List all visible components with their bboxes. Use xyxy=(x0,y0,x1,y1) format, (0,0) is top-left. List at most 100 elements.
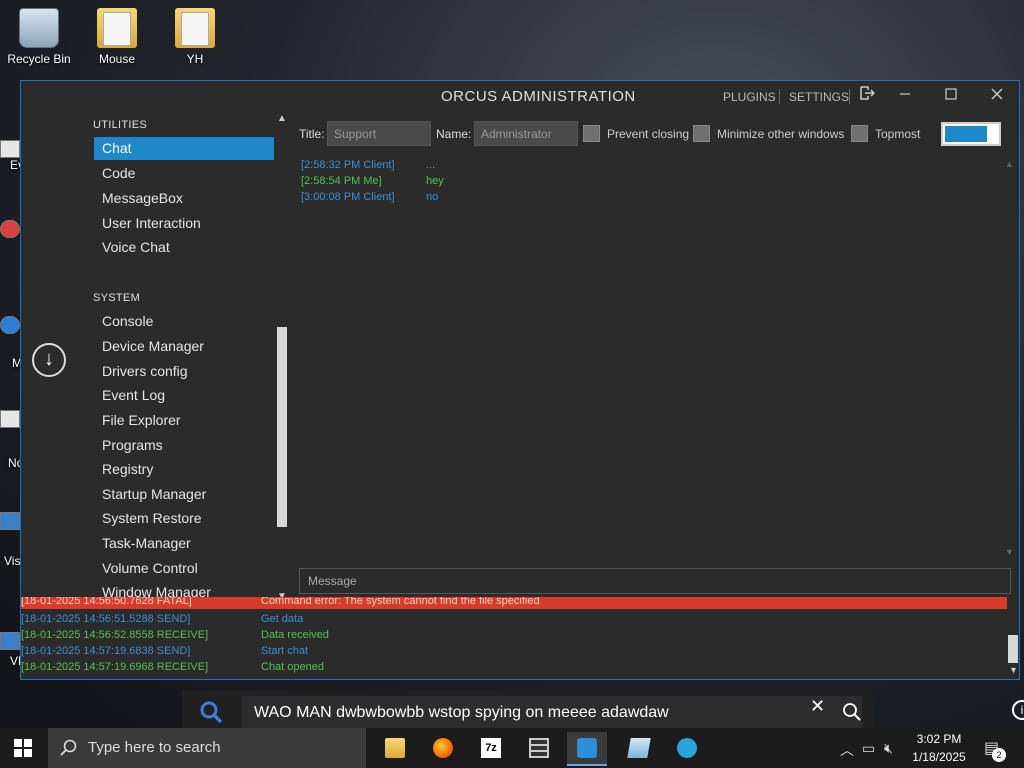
taskbar-file-explorer[interactable] xyxy=(375,732,415,766)
chat-scroll-down-icon[interactable]: ▼ xyxy=(1005,547,1014,557)
minimize-button[interactable] xyxy=(893,85,917,107)
taskbar-search-box[interactable]: Type here to search xyxy=(48,728,366,768)
taskbar-firefox[interactable] xyxy=(423,732,463,766)
taskbar: Type here to search 7z ︿ ▭ 🔇︎ 3:02 PM 1/… xyxy=(0,728,1024,768)
chat-message: [2:58:32 PM Client]... xyxy=(301,159,435,171)
desktop-icon-label: YH xyxy=(186,52,204,66)
clock-time[interactable]: 3:02 PM xyxy=(904,732,974,746)
chat-scroll-up-icon[interactable]: ▲ xyxy=(1005,159,1014,169)
orcus-icon xyxy=(577,738,597,758)
chat-message: [3:00:08 PM Client] no xyxy=(301,191,438,203)
clock-date[interactable]: 1/18/2025 xyxy=(904,750,974,764)
sidebar-item-voice-chat[interactable]: Voice Chat xyxy=(94,236,274,259)
desktop-icon-partial[interactable] xyxy=(0,512,20,530)
desktop-icon-partial[interactable] xyxy=(0,410,20,428)
sidebar-item-programs[interactable]: Programs xyxy=(94,434,274,457)
sidebar-item-task-manager[interactable]: Task-Manager xyxy=(94,532,274,555)
taskbar-notepad[interactable] xyxy=(619,732,659,766)
sidebar-item-system-restore[interactable]: System Restore xyxy=(94,507,274,530)
sidebar-item-drivers-config[interactable]: Drivers config xyxy=(94,360,274,383)
log-scroll-down-icon[interactable]: ▼ xyxy=(1009,665,1018,675)
section-header-system: SYSTEM xyxy=(93,292,141,304)
toggle-fill xyxy=(945,126,987,142)
sidebar-scroll-thumb[interactable] xyxy=(277,327,287,527)
search-submit-icon[interactable] xyxy=(842,702,862,722)
sidebar-item-messagebox[interactable]: MessageBox xyxy=(94,187,274,210)
title-separator xyxy=(779,89,780,104)
chat-message: [2:58:54 PM Me] hey xyxy=(301,175,444,187)
chat-message-time: [3:00:08 PM Client] xyxy=(301,191,395,203)
scroll-up-icon[interactable]: ▲ xyxy=(276,113,288,125)
folder-icon xyxy=(175,8,215,48)
sidebar-item-event-log[interactable]: Event Log xyxy=(94,384,274,407)
chat-app-icon xyxy=(677,738,697,758)
desktop-icon-recycle-bin[interactable]: Recycle Bin xyxy=(1,2,77,66)
plugins-link[interactable]: PLUGINS xyxy=(723,90,776,104)
log-scroll-thumb[interactable] xyxy=(1008,635,1018,663)
firefox-icon xyxy=(433,738,453,758)
minimize-other-windows-checkbox[interactable] xyxy=(693,125,710,142)
section-header-utilities: UTILITIES xyxy=(93,119,148,131)
sidebar-item-volume-control[interactable]: Volume Control xyxy=(94,557,274,580)
title-input[interactable] xyxy=(327,121,431,146)
notification-count-badge: 2 xyxy=(992,748,1006,762)
logout-icon[interactable] xyxy=(855,85,879,107)
taskbar-app[interactable] xyxy=(519,732,559,766)
chevron-up-icon[interactable]: ︿ xyxy=(840,740,854,760)
desktop-icon-partial[interactable] xyxy=(0,316,20,334)
chat-message-text: hey xyxy=(426,175,444,187)
prevent-closing-checkbox[interactable] xyxy=(583,125,600,142)
event-log-panel: [18-01-2025 14:56:50.7628 FATAL] Command… xyxy=(21,597,1019,679)
chat-toggle-switch[interactable] xyxy=(941,122,1001,146)
desktop-icon-label: Recycle Bin xyxy=(7,52,71,66)
taskbar-7zip[interactable]: 7z xyxy=(471,732,511,766)
message-input[interactable]: Message xyxy=(299,568,1011,594)
search-popup-input[interactable]: WAO MAN dwbwbowbb wstop spying on meeee … xyxy=(242,696,862,730)
sidebar-item-file-explorer[interactable]: File Explorer xyxy=(94,409,274,432)
clear-icon[interactable]: ✕ xyxy=(810,696,825,717)
taskbar-chat-app[interactable] xyxy=(667,732,707,766)
log-time: [18-01-2025 14:57:19.6968 RECEIVE] xyxy=(21,661,209,673)
desktop-icon-partial[interactable] xyxy=(0,632,20,650)
sidebar-item-device-manager[interactable]: Device Manager xyxy=(94,335,274,358)
arrow-down-circle-icon[interactable]: ↓ xyxy=(32,343,66,377)
orcus-window: ORCUS ADMINISTRATION PLUGINS SETTINGS UT… xyxy=(20,80,1020,680)
desktop-icon-yh[interactable]: YH xyxy=(157,2,233,66)
taskbar-orcus[interactable] xyxy=(567,732,607,766)
info-icon[interactable]: i xyxy=(1012,700,1024,720)
maximize-button[interactable] xyxy=(939,85,963,107)
chat-message-text: no xyxy=(426,191,439,203)
minimize-other-windows-label: Minimize other windows xyxy=(717,127,845,141)
name-input[interactable] xyxy=(474,121,578,146)
sidebar-item-console[interactable]: Console xyxy=(94,310,274,333)
log-row: [18-01-2025 14:56:50.7628 FATAL] Command… xyxy=(21,597,1007,609)
log-time: [18-01-2025 14:56:51.5288 SEND] xyxy=(21,613,191,625)
desktop-icon-mouse[interactable]: Mouse xyxy=(79,2,155,66)
network-icon[interactable]: ▭ xyxy=(862,740,875,757)
7zip-icon: 7z xyxy=(481,738,501,758)
sidebar-item-startup-manager[interactable]: Startup Manager xyxy=(94,483,274,506)
topmost-checkbox[interactable] xyxy=(851,125,868,142)
log-row: [18-01-2025 14:56:51.5288 SEND] Get data xyxy=(21,611,1007,627)
desktop-icon-partial[interactable] xyxy=(0,140,20,158)
windows-start-icon[interactable] xyxy=(14,739,32,757)
settings-link[interactable]: SETTINGS xyxy=(789,90,849,104)
log-time: [18-01-2025 14:56:52.8558 RECEIVE] xyxy=(21,629,209,641)
sidebar-scrollbar[interactable]: ▲ ▼ xyxy=(275,111,289,605)
title-bar[interactable]: ORCUS ADMINISTRATION PLUGINS SETTINGS xyxy=(21,81,1019,111)
sidebar-item-user-interaction[interactable]: User Interaction xyxy=(94,212,274,235)
volume-muted-icon[interactable]: 🔇︎ xyxy=(884,740,893,757)
topmost-label: Topmost xyxy=(875,127,921,141)
chat-message-time: [2:58:54 PM Me] xyxy=(301,175,382,187)
log-text: Command error: The system cannot find th… xyxy=(261,597,540,607)
recycle-bin-icon xyxy=(19,8,59,48)
prevent-closing-label: Prevent closing xyxy=(607,127,690,141)
log-row: [18-01-2025 14:57:19.6968 RECEIVE] Chat … xyxy=(21,659,1007,675)
sidebar-item-registry[interactable]: Registry xyxy=(94,458,274,481)
sidebar-item-chat[interactable]: Chat xyxy=(94,137,274,160)
desktop-icon-partial[interactable] xyxy=(0,220,20,238)
sidebar-item-code[interactable]: Code xyxy=(94,162,274,185)
chat-message-text: ... xyxy=(426,159,436,171)
close-button[interactable] xyxy=(985,85,1009,107)
search-icon xyxy=(200,701,223,724)
